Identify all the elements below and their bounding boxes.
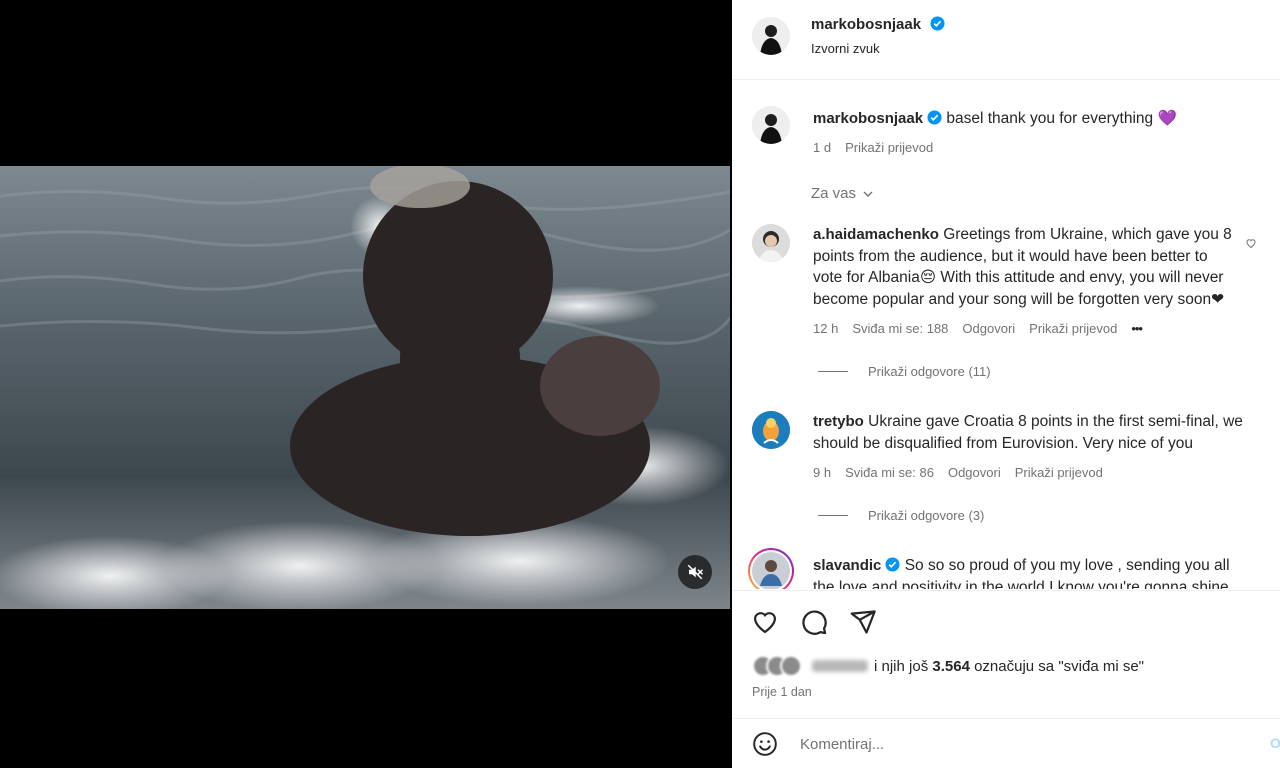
- caption-text: markobosnjaak basel thank you for everyt…: [813, 108, 1280, 130]
- comment-age[interactable]: 12 h: [813, 321, 838, 336]
- share-button[interactable]: [849, 608, 877, 641]
- video-player[interactable]: [0, 166, 730, 609]
- video-frame: [0, 166, 730, 609]
- likes-suffix: označuju sa "sviđa mi se": [974, 657, 1144, 675]
- post-header: markobosnjaak Izvorni zvuk: [732, 0, 1280, 80]
- liker-avatars: [752, 655, 802, 677]
- audio-label[interactable]: Izvorni zvuk: [811, 41, 880, 56]
- comment-filter[interactable]: Za vas: [811, 185, 874, 202]
- likes-summary[interactable]: i njih još 3.564 označuju sa "sviđa mi s…: [752, 655, 1144, 677]
- reply-link[interactable]: Odgovori: [948, 465, 1001, 480]
- comment-line: Greetings from Ukraine, which gave you 8: [943, 226, 1232, 243]
- view-replies-label: Prikaži odgovore (11): [868, 364, 991, 379]
- caption-translate-link[interactable]: Prikaži prijevod: [845, 140, 933, 155]
- blurred-liker-name: [812, 660, 868, 672]
- comment-line: should be disqualified from Eurovision. …: [813, 434, 1193, 452]
- verified-badge-icon: [927, 110, 942, 125]
- translate-link[interactable]: Prikaži prijevod: [1015, 465, 1103, 480]
- comment-text: tretybo Ukraine gave Croatia 8 points in…: [813, 411, 1280, 454]
- comment-input[interactable]: [800, 733, 1220, 755]
- like-button[interactable]: [751, 608, 779, 641]
- chevron-down-icon: [863, 191, 873, 197]
- caption-username[interactable]: markobosnjaak: [813, 110, 923, 127]
- comment-username[interactable]: a.haidamachenko: [813, 226, 939, 243]
- comments-list[interactable]: markobosnjaak basel thank you for everyt…: [732, 81, 1280, 589]
- caption-body: basel thank you for everything: [946, 110, 1154, 127]
- comment-bubble-icon: [802, 610, 827, 635]
- comment-text: slavandic So so so proud of you my love …: [813, 555, 1280, 589]
- comment-line: So so so proud of you my love , sending …: [904, 557, 1230, 574]
- view-replies-button[interactable]: Prikaži odgovore (3): [818, 508, 984, 523]
- replies-divider-line: [818, 371, 848, 372]
- author-block: markobosnjaak: [811, 16, 945, 34]
- speaker-muted-icon: [687, 564, 704, 580]
- comment-username[interactable]: tretybo: [813, 413, 864, 430]
- more-options-icon[interactable]: •••: [1131, 321, 1143, 336]
- comment-button[interactable]: [800, 608, 828, 641]
- comment-likes-count[interactable]: Sviđa mi se: 188: [852, 321, 948, 336]
- caption-meta: 1 d Prikaži prijevod: [813, 140, 933, 155]
- comment-text: a.haidamachenko Greetings from Ukraine, …: [813, 224, 1280, 310]
- comment-line: the love and positivity in the world I k…: [813, 578, 1229, 590]
- mute-button[interactable]: [678, 555, 712, 589]
- media-pane: [0, 0, 732, 768]
- view-replies-label: Prikaži odgovore (3): [868, 508, 985, 523]
- emoji-picker-button[interactable]: [752, 731, 778, 762]
- comment-filter-label: Za vas: [811, 185, 857, 202]
- paper-plane-icon: [850, 610, 876, 634]
- author-avatar[interactable]: [752, 106, 790, 144]
- translate-link[interactable]: Prikaži prijevod: [1029, 321, 1117, 336]
- author-avatar[interactable]: [752, 17, 790, 55]
- purple-heart-emoji: 💜: [1157, 110, 1177, 127]
- replies-divider-line: [818, 515, 848, 516]
- comment-username[interactable]: slavandic: [813, 557, 881, 574]
- post-timestamp[interactable]: Prije 1 dan: [752, 685, 812, 699]
- comment-meta: 9 h Sviđa mi se: 86 Odgovori Prikaži pri…: [813, 465, 1103, 480]
- story-ring-avatar[interactable]: [748, 548, 794, 589]
- comment-line: vote for Albania😔 With this attitude and…: [813, 269, 1224, 286]
- comment-age[interactable]: 9 h: [813, 465, 831, 480]
- comment-line: become popular and your song will be for…: [813, 290, 1225, 308]
- comment-meta: 12 h Sviđa mi se: 188 Odgovori Prikaži p…: [813, 321, 1143, 336]
- likes-count: 3.564: [932, 657, 970, 675]
- post-sidebar: markobosnjaak Izvorni zvuk markobosnjaak…: [732, 0, 1280, 768]
- smiley-icon: [753, 732, 777, 756]
- author-username[interactable]: markobosnjaak: [811, 16, 921, 33]
- heart-outline-icon: [1246, 239, 1256, 249]
- heart-icon: [753, 612, 777, 634]
- post-actions: i njih još 3.564 označuju sa "sviđa mi s…: [732, 590, 1280, 718]
- verified-badge-icon: [929, 16, 945, 31]
- comment-like-button[interactable]: [1245, 236, 1257, 254]
- commenter-avatar[interactable]: [752, 224, 790, 262]
- post-comment-button[interactable]: Objavi: [1270, 735, 1280, 751]
- reply-link[interactable]: Odgovori: [962, 321, 1015, 336]
- comment-line: points from the audience, but it would h…: [813, 247, 1208, 265]
- verified-badge-icon: [885, 557, 900, 572]
- view-replies-button[interactable]: Prikaži odgovore (11): [818, 364, 991, 379]
- likes-prefix: i njih još: [874, 657, 929, 675]
- comment-likes-count[interactable]: Sviđa mi se: 86: [845, 465, 934, 480]
- comment-line: Ukraine gave Croatia 8 points in the fir…: [868, 413, 1243, 430]
- caption-age[interactable]: 1 d: [813, 140, 831, 155]
- add-comment-bar: Objavi: [732, 718, 1280, 768]
- commenter-avatar[interactable]: [752, 411, 790, 449]
